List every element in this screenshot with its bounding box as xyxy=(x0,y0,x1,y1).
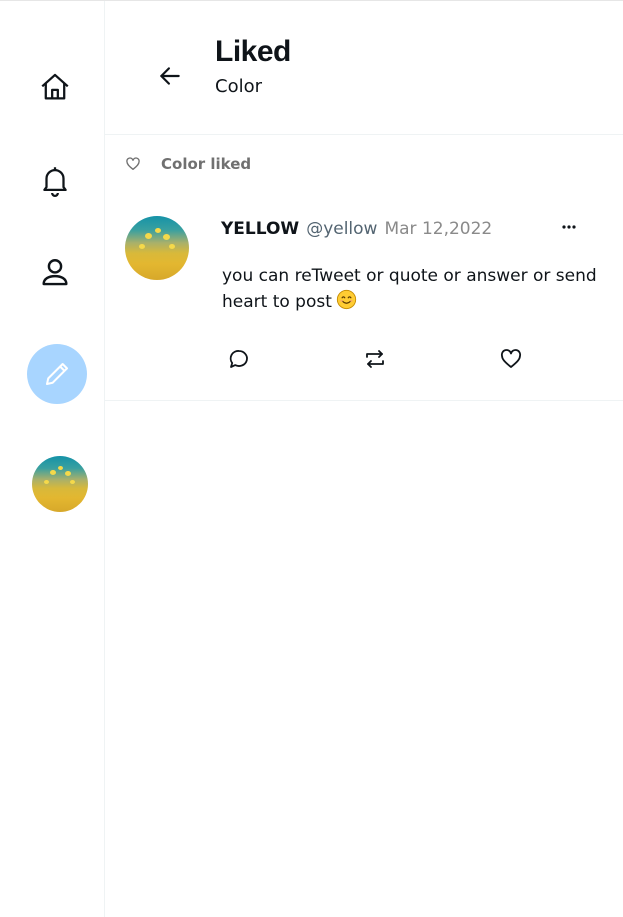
tweet-text: you can reTweet or quote or answer or se… xyxy=(222,266,597,312)
more-options-button[interactable] xyxy=(555,215,583,239)
avatar-petal xyxy=(145,233,152,239)
app-frame: Liked Color Color liked YELLOW @yellow M xyxy=(0,0,623,917)
avatar-petal xyxy=(70,480,75,484)
page-header: Liked Color xyxy=(105,1,623,135)
avatar-petal xyxy=(58,466,63,470)
author-name[interactable]: YELLOW xyxy=(221,219,299,239)
avatar-petal xyxy=(155,228,161,233)
author-handle: @yellow xyxy=(306,219,378,239)
home-icon xyxy=(41,73,69,100)
back-button[interactable] xyxy=(153,59,187,93)
page-title: Liked xyxy=(215,35,291,68)
user-icon xyxy=(42,259,68,286)
reply-icon xyxy=(229,350,248,368)
avatar-petal xyxy=(139,244,145,249)
bell-icon xyxy=(43,167,67,197)
tweet-header: YELLOW @yellow Mar 12,2022 xyxy=(221,219,492,239)
tweet-author-avatar[interactable] xyxy=(125,216,189,280)
avatar-petal xyxy=(163,234,170,240)
heart-icon xyxy=(500,349,522,368)
sidebar-item-home[interactable] xyxy=(27,59,83,115)
tweet-date: Mar 12,2022 xyxy=(384,219,493,239)
avatar-petal xyxy=(50,470,56,475)
tweet-card[interactable]: Color liked YELLOW @yellow Mar 12,2022 y… xyxy=(105,135,623,401)
compose-button[interactable] xyxy=(27,344,87,404)
page-subtitle: Color xyxy=(215,76,262,97)
main-column: Liked Color Color liked YELLOW @yellow M xyxy=(105,1,623,917)
like-button[interactable] xyxy=(497,345,525,373)
avatar-petal xyxy=(65,471,71,476)
liked-context: Color liked xyxy=(125,155,251,173)
tweet-text-container: you can reTweet or quote or answer or se… xyxy=(222,263,602,318)
liked-label: Color liked xyxy=(161,155,252,173)
retweet-button[interactable] xyxy=(361,345,389,373)
heart-small-icon xyxy=(126,157,140,170)
reply-button[interactable] xyxy=(225,345,253,373)
sidebar-item-notifications[interactable] xyxy=(27,152,83,208)
avatar-petal xyxy=(169,244,175,249)
sidebar-nav xyxy=(0,1,105,917)
retweet-icon xyxy=(366,350,384,368)
pencil-icon xyxy=(46,363,68,385)
avatar-petal xyxy=(44,480,49,484)
account-avatar[interactable] xyxy=(32,456,88,512)
more-horizontal-icon xyxy=(562,225,576,229)
arrow-left-icon xyxy=(160,67,180,85)
sidebar-item-profile[interactable] xyxy=(27,244,83,300)
smiling-face-emoji xyxy=(336,289,357,318)
